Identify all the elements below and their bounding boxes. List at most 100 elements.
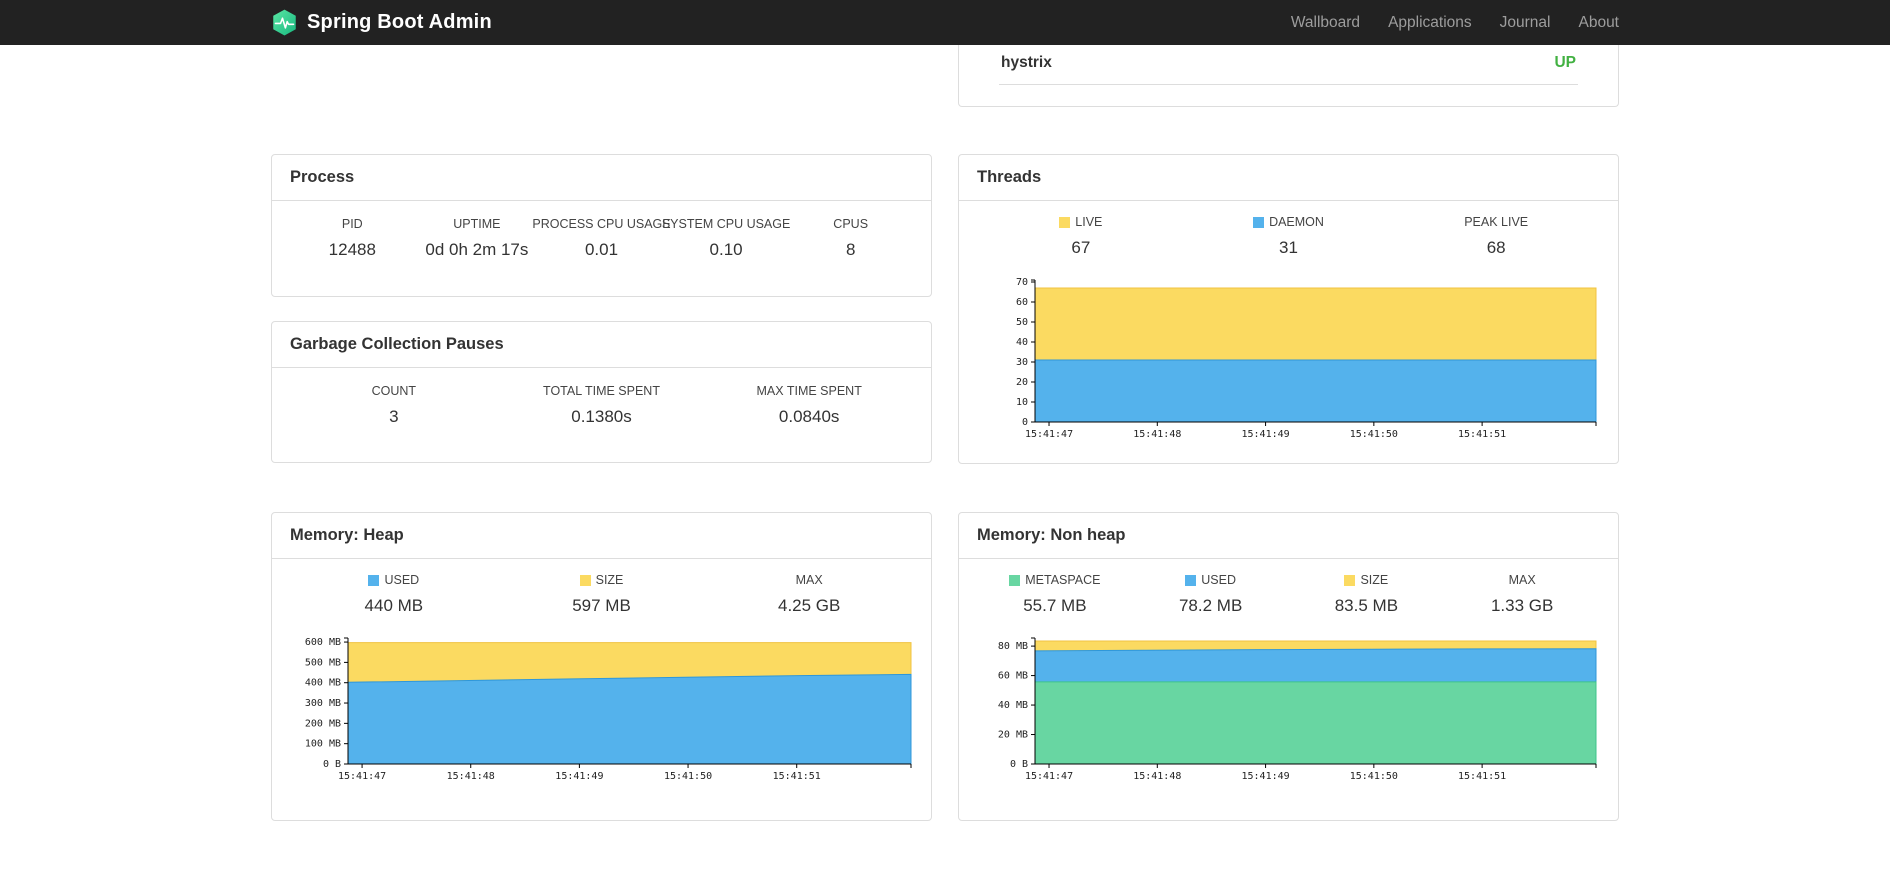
application-status-row[interactable]: hystrix UP (999, 45, 1578, 85)
metric-nonheap-used: USED 78.2 MB (1178, 573, 1243, 615)
memory-heap-area-chart: 0 B 100 MB 200 MB 300 MB 400 MB 500 MB 600 MB 1… (305, 637, 912, 782)
panel-title-memory-nonheap: Memory: Non heap (959, 513, 1618, 559)
application-name: hystrix (1001, 54, 1052, 71)
metric-heap-used: USED 440 MB (364, 573, 424, 615)
svg-text:15:41:51: 15:41:51 (1458, 429, 1506, 440)
spring-boot-admin-logo-icon (271, 9, 298, 36)
metric-nonheap-max: MAX 1.33 GB (1490, 573, 1554, 615)
nav-items: Wallboard Applications Journal About (1277, 0, 1619, 45)
metric-heap-max: MAX 4.25 GB (777, 573, 841, 615)
application-status-card: hystrix UP (958, 45, 1619, 107)
svg-text:15:41:48: 15:41:48 (1133, 429, 1181, 440)
metaspace-legend-swatch (1009, 574, 1021, 586)
svg-text:40 MB: 40 MB (998, 700, 1028, 711)
svg-text:15:41:49: 15:41:49 (1241, 771, 1289, 782)
nav-item-about[interactable]: About (1564, 0, 1619, 45)
panel-memory-nonheap: Memory: Non heap METASPACE 55.7 MB USED … (958, 512, 1619, 821)
memory-nonheap-area-chart: 0 B 20 MB 40 MB 60 MB 80 MB 15:41:47 15:41:48 1… (998, 637, 1597, 782)
panel-threads: Threads LIVE 67 DAEMON 31 PEAK LIVE 68 0… (958, 154, 1619, 464)
nav-item-wallboard[interactable]: Wallboard (1277, 0, 1374, 45)
metric-process-cpu-usage: PROCESS CPU USAGE 0.01 (532, 217, 671, 259)
panel-process: Process PID 12488 UPTIME 0d 0h 2m 17s PR… (271, 154, 932, 297)
svg-text:15:41:47: 15:41:47 (1025, 771, 1073, 782)
panel-title-gc: Garbage Collection Pauses (272, 322, 931, 368)
used-legend-swatch (368, 574, 380, 586)
threads-area-chart: 0 10 20 30 40 50 60 70 15:41:47 15:41:48 15:41:49 1… (1016, 277, 1597, 440)
svg-text:50: 50 (1016, 317, 1028, 328)
svg-text:0 B: 0 B (323, 759, 341, 770)
brand-title: Spring Boot Admin (307, 11, 492, 33)
live-legend-swatch (1059, 216, 1071, 228)
svg-text:15:41:49: 15:41:49 (1241, 429, 1289, 440)
svg-text:70: 70 (1016, 277, 1028, 288)
main-content: hystrix UP Process PID 12488 UPTIME 0d 0… (271, 45, 1619, 821)
svg-text:80 MB: 80 MB (998, 641, 1028, 652)
panel-memory-heap: Memory: Heap USED 440 MB SIZE 597 MB MAX… (271, 512, 932, 821)
metric-nonheap-size: SIZE 83.5 MB (1334, 573, 1399, 615)
brand-link[interactable]: Spring Boot Admin (271, 9, 492, 36)
metric-gc-max-time: MAX TIME SPENT 0.0840s (756, 384, 862, 426)
svg-text:60 MB: 60 MB (998, 671, 1028, 682)
svg-text:15:41:51: 15:41:51 (1458, 771, 1506, 782)
row-1: Process PID 12488 UPTIME 0d 0h 2m 17s PR… (271, 154, 1619, 464)
metric-system-cpu-usage: SYSTEM CPU USAGE 0.10 (661, 217, 791, 259)
metric-uptime: UPTIME 0d 0h 2m 17s (425, 217, 529, 259)
svg-text:15:41:48: 15:41:48 (1133, 771, 1181, 782)
svg-text:200 MB: 200 MB (305, 718, 341, 729)
panel-gc: Garbage Collection Pauses COUNT 3 TOTAL … (271, 321, 932, 463)
panel-title-threads: Threads (959, 155, 1618, 201)
svg-text:600 MB: 600 MB (305, 637, 341, 648)
process-metrics: PID 12488 UPTIME 0d 0h 2m 17s PROCESS CP… (290, 217, 913, 260)
svg-text:20: 20 (1016, 377, 1028, 388)
size-legend-swatch (579, 574, 591, 586)
svg-text:15:41:50: 15:41:50 (1350, 771, 1398, 782)
metric-threads-daemon: DAEMON 31 (1185, 215, 1393, 258)
daemon-legend-swatch (1253, 216, 1265, 228)
threads-metrics: LIVE 67 DAEMON 31 PEAK LIVE 68 (977, 215, 1600, 258)
metric-label-text: USED (384, 573, 420, 587)
metric-label-text: SIZE (1360, 573, 1389, 587)
svg-text:40: 40 (1016, 337, 1028, 348)
status-badge: UP (1554, 54, 1576, 71)
metric-label-text: SIZE (595, 573, 624, 587)
svg-text:60: 60 (1016, 297, 1028, 308)
nav-item-applications[interactable]: Applications (1374, 0, 1486, 45)
svg-text:15:41:50: 15:41:50 (1350, 429, 1398, 440)
row-2: Memory: Heap USED 440 MB SIZE 597 MB MAX… (271, 512, 1619, 821)
svg-text:400 MB: 400 MB (305, 678, 341, 689)
svg-text:15:41:50: 15:41:50 (664, 771, 712, 782)
svg-text:10: 10 (1016, 397, 1028, 408)
svg-text:300 MB: 300 MB (305, 698, 341, 709)
metric-threads-peak-live: PEAK LIVE 68 (1464, 215, 1529, 257)
svg-text:0: 0 (1022, 417, 1028, 428)
used-legend-swatch (1185, 574, 1197, 586)
svg-text:20 MB: 20 MB (998, 730, 1028, 741)
svg-text:15:41:51: 15:41:51 (773, 771, 821, 782)
navbar: Spring Boot Admin Wallboard Applications… (0, 0, 1890, 45)
navbar-inner: Spring Boot Admin Wallboard Applications… (271, 0, 1619, 45)
size-legend-swatch (1344, 574, 1356, 586)
metric-gc-total-time: TOTAL TIME SPENT 0.1380s (543, 384, 660, 426)
memory-heap-metrics: USED 440 MB SIZE 597 MB MAX 4.25 GB (290, 573, 913, 616)
metric-cpus: CPUS 8 (833, 217, 869, 259)
svg-text:100 MB: 100 MB (305, 739, 341, 750)
nav-item-journal[interactable]: Journal (1486, 0, 1565, 45)
metric-label-text: DAEMON (1269, 215, 1324, 229)
memory-nonheap-metrics: METASPACE 55.7 MB USED 78.2 MB SIZE 83.5… (977, 573, 1600, 616)
metric-nonheap-metaspace: METASPACE 55.7 MB (977, 573, 1133, 616)
svg-text:15:41:47: 15:41:47 (338, 771, 386, 782)
metric-label-text: METASPACE (1025, 573, 1101, 587)
gc-metrics: COUNT 3 TOTAL TIME SPENT 0.1380s MAX TIM… (290, 384, 913, 427)
panel-title-process: Process (272, 155, 931, 201)
panel-title-memory-heap: Memory: Heap (272, 513, 931, 559)
metric-label-text: LIVE (1075, 215, 1103, 229)
metric-label-text: USED (1201, 573, 1236, 587)
metric-pid: PID 12488 (328, 217, 376, 259)
svg-text:15:41:47: 15:41:47 (1025, 429, 1073, 440)
metric-threads-live: LIVE 67 (977, 215, 1185, 258)
metric-heap-size: SIZE 597 MB (572, 573, 631, 615)
metric-gc-count: COUNT 3 (371, 384, 417, 426)
svg-text:15:41:48: 15:41:48 (447, 771, 495, 782)
svg-text:30: 30 (1016, 357, 1028, 368)
svg-text:15:41:49: 15:41:49 (555, 771, 603, 782)
